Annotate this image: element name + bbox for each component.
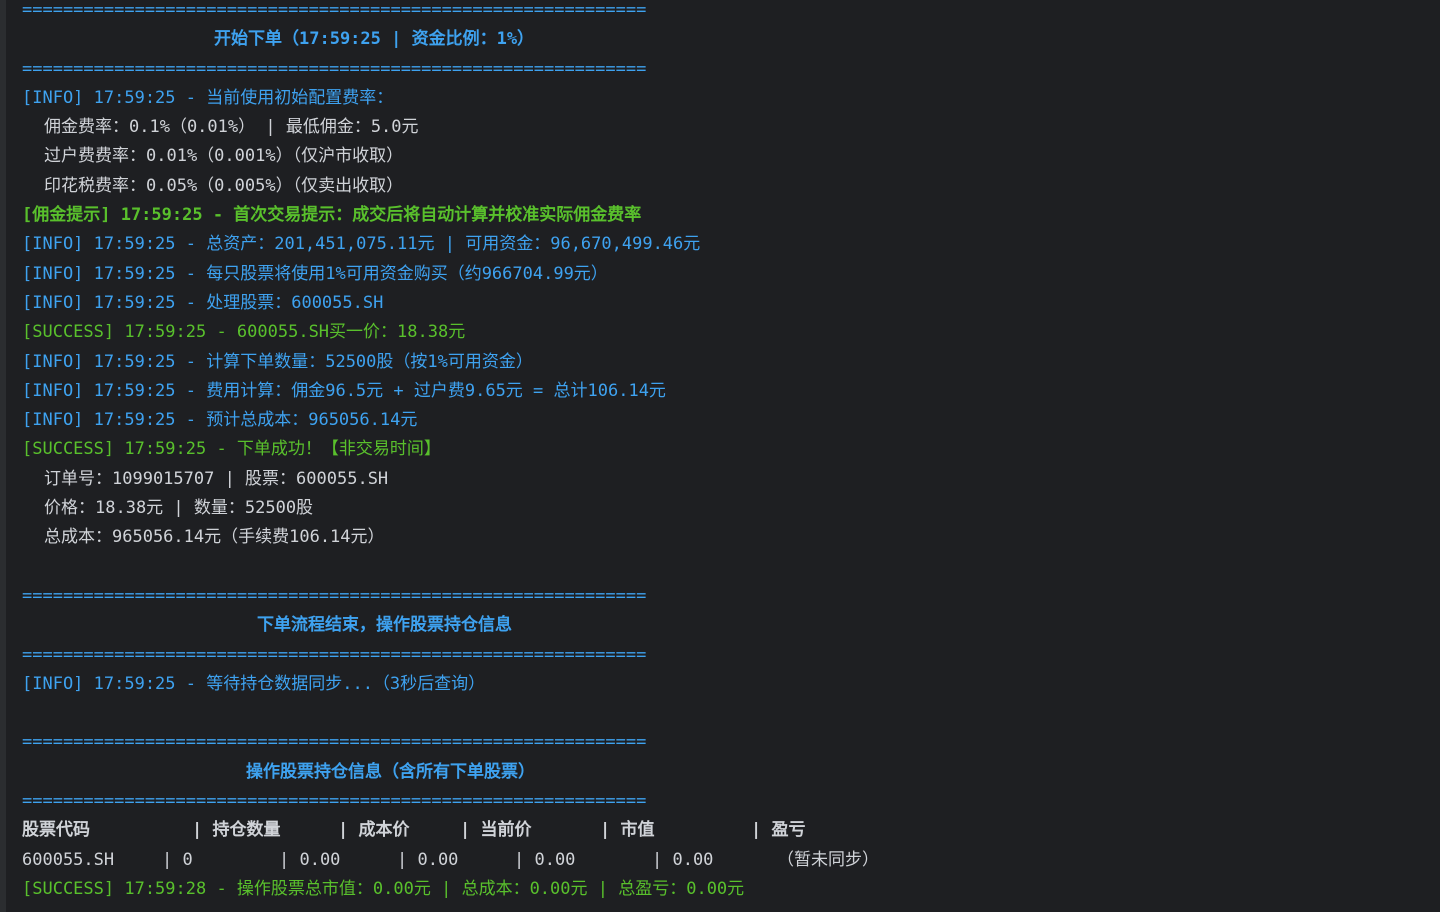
log-line-info: [INFO] 17:59:25 - 总资产：201,451,075.11元 | …: [22, 234, 701, 255]
table-cell: 600055.SH: [22, 849, 115, 870]
separator-line: ========================================…: [22, 732, 647, 753]
log-line-info: [INFO] 17:59:25 - 费用计算：佣金96.5元 + 过户费9.65…: [22, 380, 666, 401]
table-header-cell: | 市值: [600, 820, 655, 841]
order-start-header: 开始下单（17:59:25 | 资金比例：1%）: [214, 29, 535, 50]
table-header-cell: | 当前价: [460, 820, 532, 841]
table-cell: | 0.00: [397, 849, 459, 870]
table-header-cell: 股票代码: [22, 820, 90, 841]
log-line-detail: 总成本：965056.14元（手续费106.14元）: [44, 527, 385, 548]
table-header-cell: | 持仓数量: [192, 820, 281, 841]
log-line-info: [INFO] 17:59:25 - 计算下单数量：52500股（按1%可用资金）: [22, 351, 533, 372]
table-cell-status: （暂未同步）: [777, 849, 879, 870]
log-lines: ========================================…: [22, 0, 1440, 904]
separator-line: ========================================…: [22, 58, 647, 79]
table-header-cell: | 盈亏: [751, 820, 806, 841]
log-line-commission-tip: [佣金提示] 17:59:25 - 首次交易提示：成交后将自动计算并校准实际佣金…: [22, 205, 642, 226]
table-header-cell: | 成本价: [338, 820, 410, 841]
table-header-row: 股票代码 | 持仓数量 | 成本价 | 当前价 | 市值 | 盈亏: [22, 816, 1440, 845]
log-line-success: [SUCCESS] 17:59:25 - 600055.SH买一价：18.38元: [22, 322, 466, 343]
separator-line: ========================================…: [22, 791, 647, 812]
log-line-info: [INFO] 17:59:25 - 等待持仓数据同步...（3秒后查询）: [22, 673, 486, 694]
log-line-success: [SUCCESS] 17:59:25 - 下单成功！【非交易时间】: [22, 439, 441, 460]
order-end-header: 下单流程结束，操作股票持仓信息: [257, 615, 512, 636]
log-line-detail: 价格：18.38元 | 数量：52500股: [44, 498, 314, 519]
position-header: 操作股票持仓信息（含所有下单股票）: [246, 761, 535, 782]
table-cell: | 0: [162, 849, 193, 870]
log-line-detail: 过户费费率：0.01%（0.001%）（仅沪市收取）: [44, 146, 404, 167]
log-line-detail: 佣金费率：0.1%（0.01%） | 最低佣金：5.0元: [44, 117, 419, 138]
log-line-info: [INFO] 17:59:25 - 当前使用初始配置费率：: [22, 87, 394, 108]
log-line-info: [INFO] 17:59:25 - 处理股票：600055.SH: [22, 292, 384, 313]
log-line-info: [INFO] 17:59:25 - 预计总成本：965056.14元: [22, 410, 418, 431]
table-row: 600055.SH | 0 | 0.00 | 0.00 | 0.00 | 0.0…: [22, 846, 1440, 875]
log-line-success: [SUCCESS] 17:59:28 - 操作股票总市值：0.00元 | 总成本…: [22, 878, 745, 899]
separator-line: ========================================…: [22, 585, 647, 606]
separator-line: ========================================…: [22, 0, 647, 20]
table-cell: | 0.00: [652, 849, 714, 870]
table-cell: | 0.00: [279, 849, 341, 870]
terminal-output: ========================================…: [0, 0, 1440, 912]
separator-line: ========================================…: [22, 644, 647, 665]
editor-gutter: [0, 0, 6, 912]
log-line-detail: 印花税费率：0.05%（0.005%）（仅卖出收取）: [44, 175, 404, 196]
log-line-info: [INFO] 17:59:25 - 每只股票将使用1%可用资金购买（约96670…: [22, 263, 608, 284]
table-cell: | 0.00: [514, 849, 576, 870]
log-line-detail: 订单号：1099015707 | 股票：600055.SH: [44, 468, 389, 489]
